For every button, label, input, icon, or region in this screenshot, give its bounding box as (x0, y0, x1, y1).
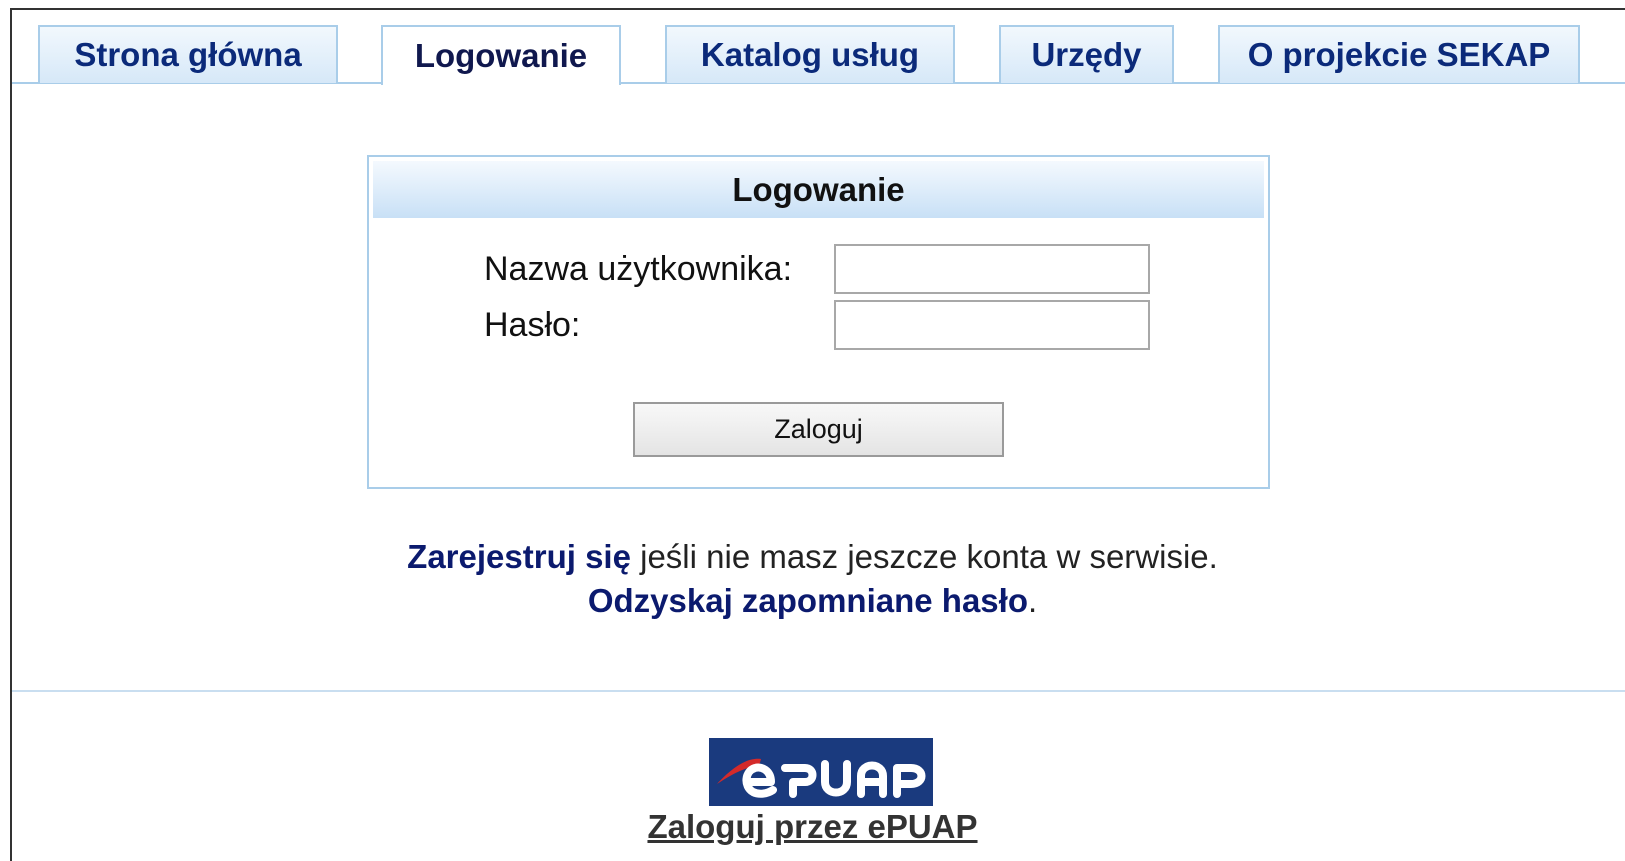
tab-strona-glowna[interactable]: Strona główna (38, 25, 338, 83)
register-text: jeśli nie masz jeszcze konta w serwisie. (630, 538, 1218, 575)
tab-logowanie[interactable]: Logowanie (381, 25, 621, 85)
recover-suffix: . (1027, 582, 1038, 619)
recover-password-link[interactable]: Odzyskaj zapomniane hasło (588, 582, 1028, 619)
login-panel-title: Logowanie (373, 161, 1264, 218)
username-input[interactable] (834, 244, 1150, 294)
password-label: Hasło: (484, 306, 581, 344)
footer-divider (12, 690, 1625, 692)
epuap-logo[interactable] (709, 738, 933, 806)
register-link[interactable]: Zarejestruj się (407, 538, 631, 575)
username-label: Nazwa użytkownika: (484, 250, 793, 288)
tab-urzedy[interactable]: Urzędy (999, 25, 1174, 83)
tab-o-projekcie[interactable]: O projekcie SEKAP (1218, 25, 1580, 83)
recover-line: Odzyskaj zapomniane hasło. (0, 582, 1625, 620)
epuap-login-link[interactable]: Zaloguj przez ePUAP (0, 808, 1625, 846)
epuap-logo-graphic (717, 758, 926, 798)
login-button[interactable]: Zaloguj (633, 402, 1004, 457)
register-line: Zarejestruj się jeśli nie masz jeszcze k… (0, 538, 1625, 576)
tab-katalog-uslug[interactable]: Katalog usług (665, 25, 955, 83)
password-input[interactable] (834, 300, 1150, 350)
